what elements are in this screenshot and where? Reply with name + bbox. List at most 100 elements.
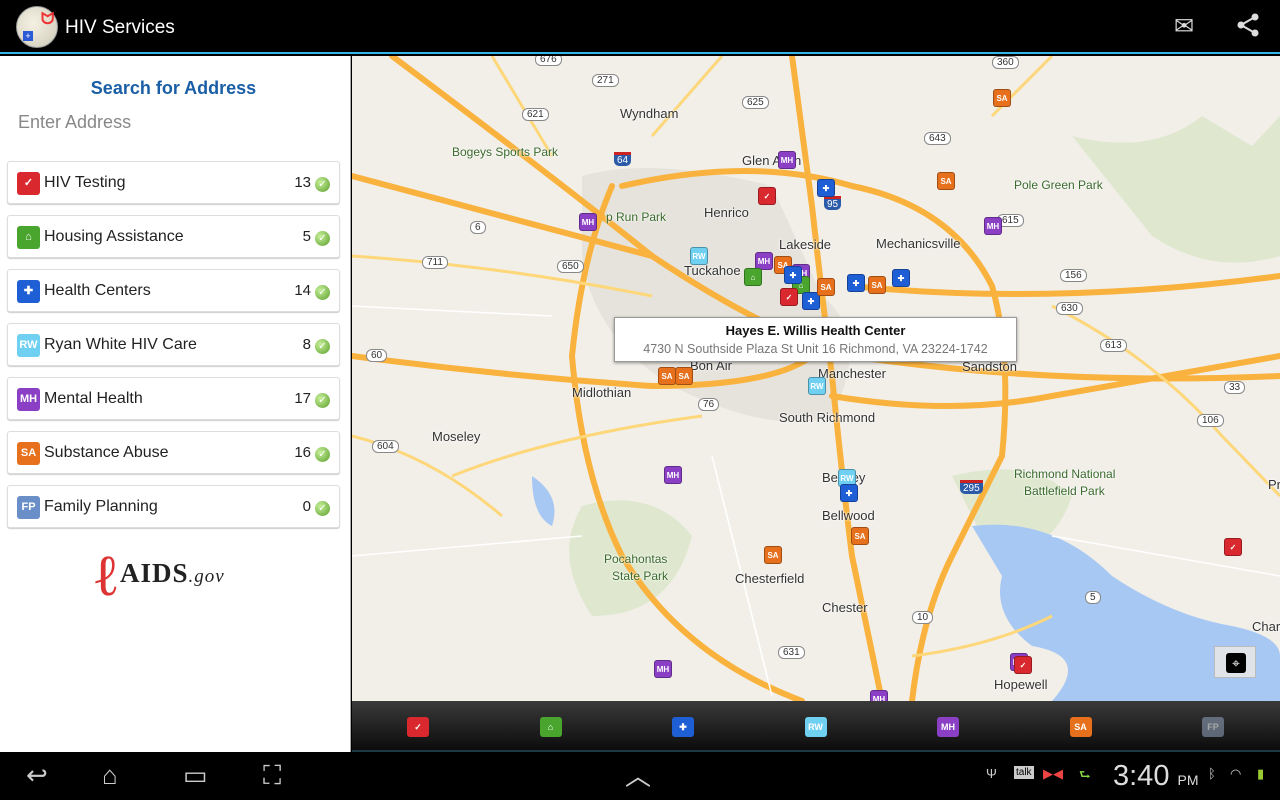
filter-toggle[interactable]: ✚ (672, 717, 694, 737)
map-marker[interactable]: ✚ (840, 484, 858, 502)
category-icon: ✚ (17, 280, 40, 303)
category-ryan-white-hiv-care[interactable]: RW Ryan White HIV Care 8 ✓ (7, 323, 340, 366)
map-marker[interactable]: SA (937, 172, 955, 190)
map-marker[interactable]: MH (778, 151, 796, 169)
map-marker[interactable]: ✚ (847, 274, 865, 292)
map-marker[interactable]: ⌂ (744, 268, 762, 286)
map-marker[interactable]: MH (579, 213, 597, 231)
route-shield: 156 (1060, 269, 1087, 282)
route-shield: 676 (535, 56, 562, 66)
filter-toggle[interactable]: RW (804, 717, 827, 737)
category-label: Substance Abuse (44, 444, 169, 461)
map-marker[interactable]: SA (817, 278, 835, 296)
app-map-icon[interactable]: ᗢ + (16, 6, 58, 48)
map[interactable]: Wyndham Bogeys Sports Park Glen Allen Henri… (352, 56, 1280, 701)
screenshot-icon[interactable]: ⛶ (263, 760, 281, 792)
crosshair-icon: ⌖ (1226, 653, 1246, 673)
category-count: 5 (302, 228, 311, 245)
category-housing-assistance[interactable]: ⌂ Housing Assistance 5 ✓ (7, 215, 340, 258)
filter-toggle[interactable]: MH (937, 717, 959, 737)
address-input[interactable] (8, 106, 338, 138)
map-marker[interactable]: ✓ (1014, 656, 1032, 674)
place-label: State Park (612, 569, 669, 583)
category-count: 17 (294, 390, 311, 407)
map-marker[interactable]: SA (851, 527, 869, 545)
info-window[interactable]: Hayes E. Willis Health Center 4730 N Sou… (614, 317, 1017, 362)
category-icon: MH (17, 388, 40, 411)
route-shield: 650 (557, 260, 584, 273)
filter-toggle[interactable]: ✓ (407, 717, 429, 737)
route-shield: 621 (522, 108, 549, 121)
map-marker[interactable]: SA (764, 546, 782, 564)
filter-toggle[interactable]: ⌂ (539, 717, 562, 737)
route-shield: 631 (778, 646, 805, 659)
map-marker[interactable]: ✓ (758, 187, 776, 205)
category-label: Family Planning (44, 498, 158, 515)
category-count: 16 (294, 444, 311, 461)
category-label: HIV Testing (44, 174, 126, 191)
map-marker[interactable]: MH (984, 217, 1002, 235)
map-marker[interactable]: ✚ (784, 266, 802, 284)
talk-icon: talk (1014, 766, 1034, 779)
place-label: Moseley (432, 429, 481, 444)
category-label: Mental Health (44, 390, 143, 407)
my-location-button[interactable]: ⌖ (1214, 646, 1256, 678)
place-label: Chester (822, 600, 868, 615)
map-marker[interactable]: RW (690, 247, 708, 265)
recent-apps-icon[interactable]: ▭ (183, 760, 208, 791)
filter-toggle[interactable]: FP (1202, 717, 1224, 737)
map-marker[interactable]: MH (664, 466, 682, 484)
check-icon: ✓ (315, 393, 330, 408)
search-title: Search for Address (90, 78, 257, 98)
filter-toggle[interactable]: SA (1069, 717, 1092, 737)
category-count: 0 (302, 498, 311, 515)
interstate-shield: 295 (960, 480, 983, 494)
check-icon: ✓ (315, 231, 330, 246)
aids-gov-logo: ℓ AIDS.gov (92, 543, 225, 608)
place-label: Charles (1252, 619, 1280, 634)
map-marker[interactable]: RW (808, 377, 826, 395)
email-icon[interactable]: ✉ (1169, 12, 1199, 42)
map-marker[interactable]: MH (654, 660, 672, 678)
place-label: Richmond National (1014, 467, 1116, 481)
place-label: Pole Green Park (1014, 178, 1103, 192)
map-marker[interactable]: SA (993, 89, 1011, 107)
app-title: HIV Services (65, 17, 175, 38)
map-marker[interactable]: ✚ (817, 179, 835, 197)
map-marker[interactable]: ✓ (780, 288, 798, 306)
category-label: Health Centers (44, 282, 151, 299)
sync-icon: ⮑ (1079, 767, 1091, 782)
battery-icon: ▮ (1257, 766, 1265, 781)
wifi-icon: ◠ (1230, 766, 1242, 781)
check-icon: ✓ (315, 501, 330, 516)
route-shield: 360 (992, 56, 1019, 69)
place-label: Chesterfield (735, 571, 805, 586)
route-shield: 711 (422, 256, 448, 269)
share-icon[interactable] (1233, 12, 1263, 42)
route-shield: 10 (912, 611, 934, 624)
category-substance-abuse[interactable]: SA Substance Abuse 16 ✓ (7, 431, 340, 474)
clock: 3:40 PM (1113, 760, 1199, 792)
place-label: Provi (1268, 477, 1280, 492)
category-hiv-testing[interactable]: ✓ HIV Testing 13 ✓ (7, 161, 340, 204)
home-icon[interactable]: ⌂ (102, 760, 118, 791)
category-count: 13 (294, 174, 311, 191)
chevron-up-icon[interactable]: ︿ (625, 756, 651, 793)
category-health-centers[interactable]: ✚ Health Centers 14 ✓ (7, 269, 340, 312)
category-label: Housing Assistance (44, 228, 184, 245)
interstate-shield: 95 (824, 196, 842, 210)
place-label: Henrico (704, 205, 749, 220)
back-icon[interactable]: ↩ (26, 760, 48, 791)
map-marker[interactable]: ✚ (892, 269, 910, 287)
map-marker[interactable]: MH (870, 690, 888, 701)
map-marker[interactable]: SA (868, 276, 886, 294)
place-label: Bogeys Sports Park (452, 145, 559, 159)
map-marker[interactable]: SA (658, 367, 676, 385)
map-marker[interactable]: SA (675, 367, 693, 385)
place-label: Hopewell (994, 677, 1048, 692)
map-marker[interactable]: ✓ (1224, 538, 1242, 556)
place-label: p Run Park (606, 210, 667, 224)
category-mental-health[interactable]: MH Mental Health 17 ✓ (7, 377, 340, 420)
route-shield: 33 (1224, 381, 1246, 394)
category-family-planning[interactable]: FP Family Planning 0 ✓ (7, 485, 340, 528)
